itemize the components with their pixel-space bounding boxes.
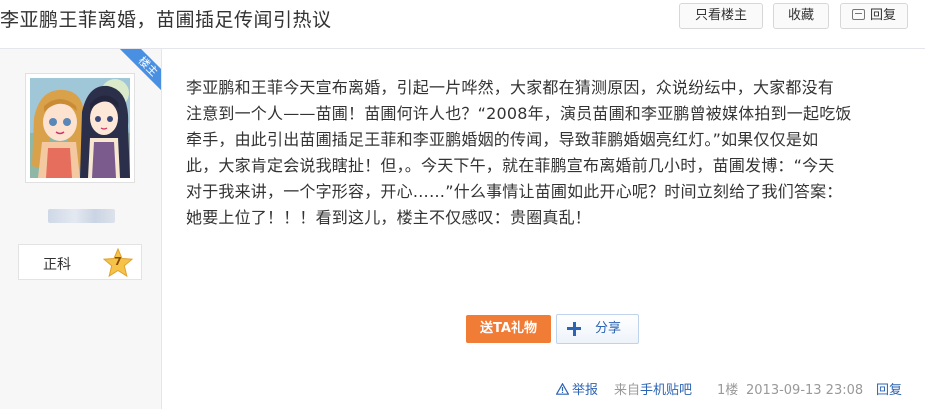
- avatar[interactable]: [25, 73, 135, 183]
- share-button-label: 分享: [595, 321, 622, 336]
- thread-title: 李亚鹏王菲离婚，苗圃插足传闻引热议: [0, 9, 332, 31]
- reply-button[interactable]: 回复: [840, 3, 908, 29]
- avatar-image: [30, 78, 130, 178]
- post-line: 对于我来讲，一个字形容，开心……”什么事情让苗圃如此开心呢？时间立刻给了我们答案…: [186, 182, 843, 201]
- send-gift-button[interactable]: 送TA礼物: [466, 315, 551, 343]
- level-name: 正科: [43, 257, 71, 273]
- level-number: 7: [114, 255, 122, 268]
- post-source: 来自手机贴吧: [614, 382, 692, 400]
- share-button[interactable]: 分享: [556, 314, 639, 344]
- post-timestamp: 2013-09-13 23:08: [746, 383, 864, 398]
- reply-link[interactable]: 回复: [876, 382, 902, 400]
- report-link[interactable]: 举报: [556, 382, 598, 400]
- floor-number: 1楼: [717, 383, 739, 398]
- post-line: 牵手，由此引出苗圃插足王菲和李亚鹏婚姻的传闻，导致菲鹏婚姻亮红灯。”如果仅仅是如: [186, 130, 819, 149]
- author-username-blurred[interactable]: [48, 209, 115, 223]
- favorite-button[interactable]: 收藏: [773, 3, 829, 29]
- post-line: 此，大家肯定会说我瞎扯！但，。今天下午，就在菲鹏宣布离婚前几小时，苗圃发博：“今…: [186, 156, 835, 175]
- thread-header: 李亚鹏王菲离婚，苗圃插足传闻引热议 只看楼主 收藏 回复: [0, 0, 925, 34]
- only-author-button[interactable]: 只看楼主: [679, 3, 763, 29]
- post-line: 注意到一个人——苗圃！苗圃何许人也？“2008年，演员苗圃和李亚鹏曾被媒体拍到一…: [186, 104, 852, 123]
- reply-button-label: 回复: [869, 8, 896, 23]
- post-line: 李亚鹏和王菲今天宣布离婚，引起一片哗然，大家都在猜测原因，众说纷纭中，大家都没有: [186, 78, 835, 97]
- post-line: 她要上位了！！！看到这儿，楼主不仅感叹：贵圈真乱！: [186, 208, 592, 227]
- warning-icon: [556, 383, 569, 395]
- comment-icon: [851, 9, 865, 20]
- report-label: 举报: [572, 383, 599, 398]
- post-content: 李亚鹏和王菲今天宣布离婚，引起一片哗然，大家都在猜测原因，众说纷纭中，大家都没有…: [186, 75, 906, 231]
- author-level-box[interactable]: 正科 7: [18, 244, 142, 280]
- post-source-prefix: 来自: [614, 383, 641, 398]
- post-source-app-link[interactable]: 手机贴吧: [640, 383, 692, 398]
- plus-icon: [567, 322, 581, 336]
